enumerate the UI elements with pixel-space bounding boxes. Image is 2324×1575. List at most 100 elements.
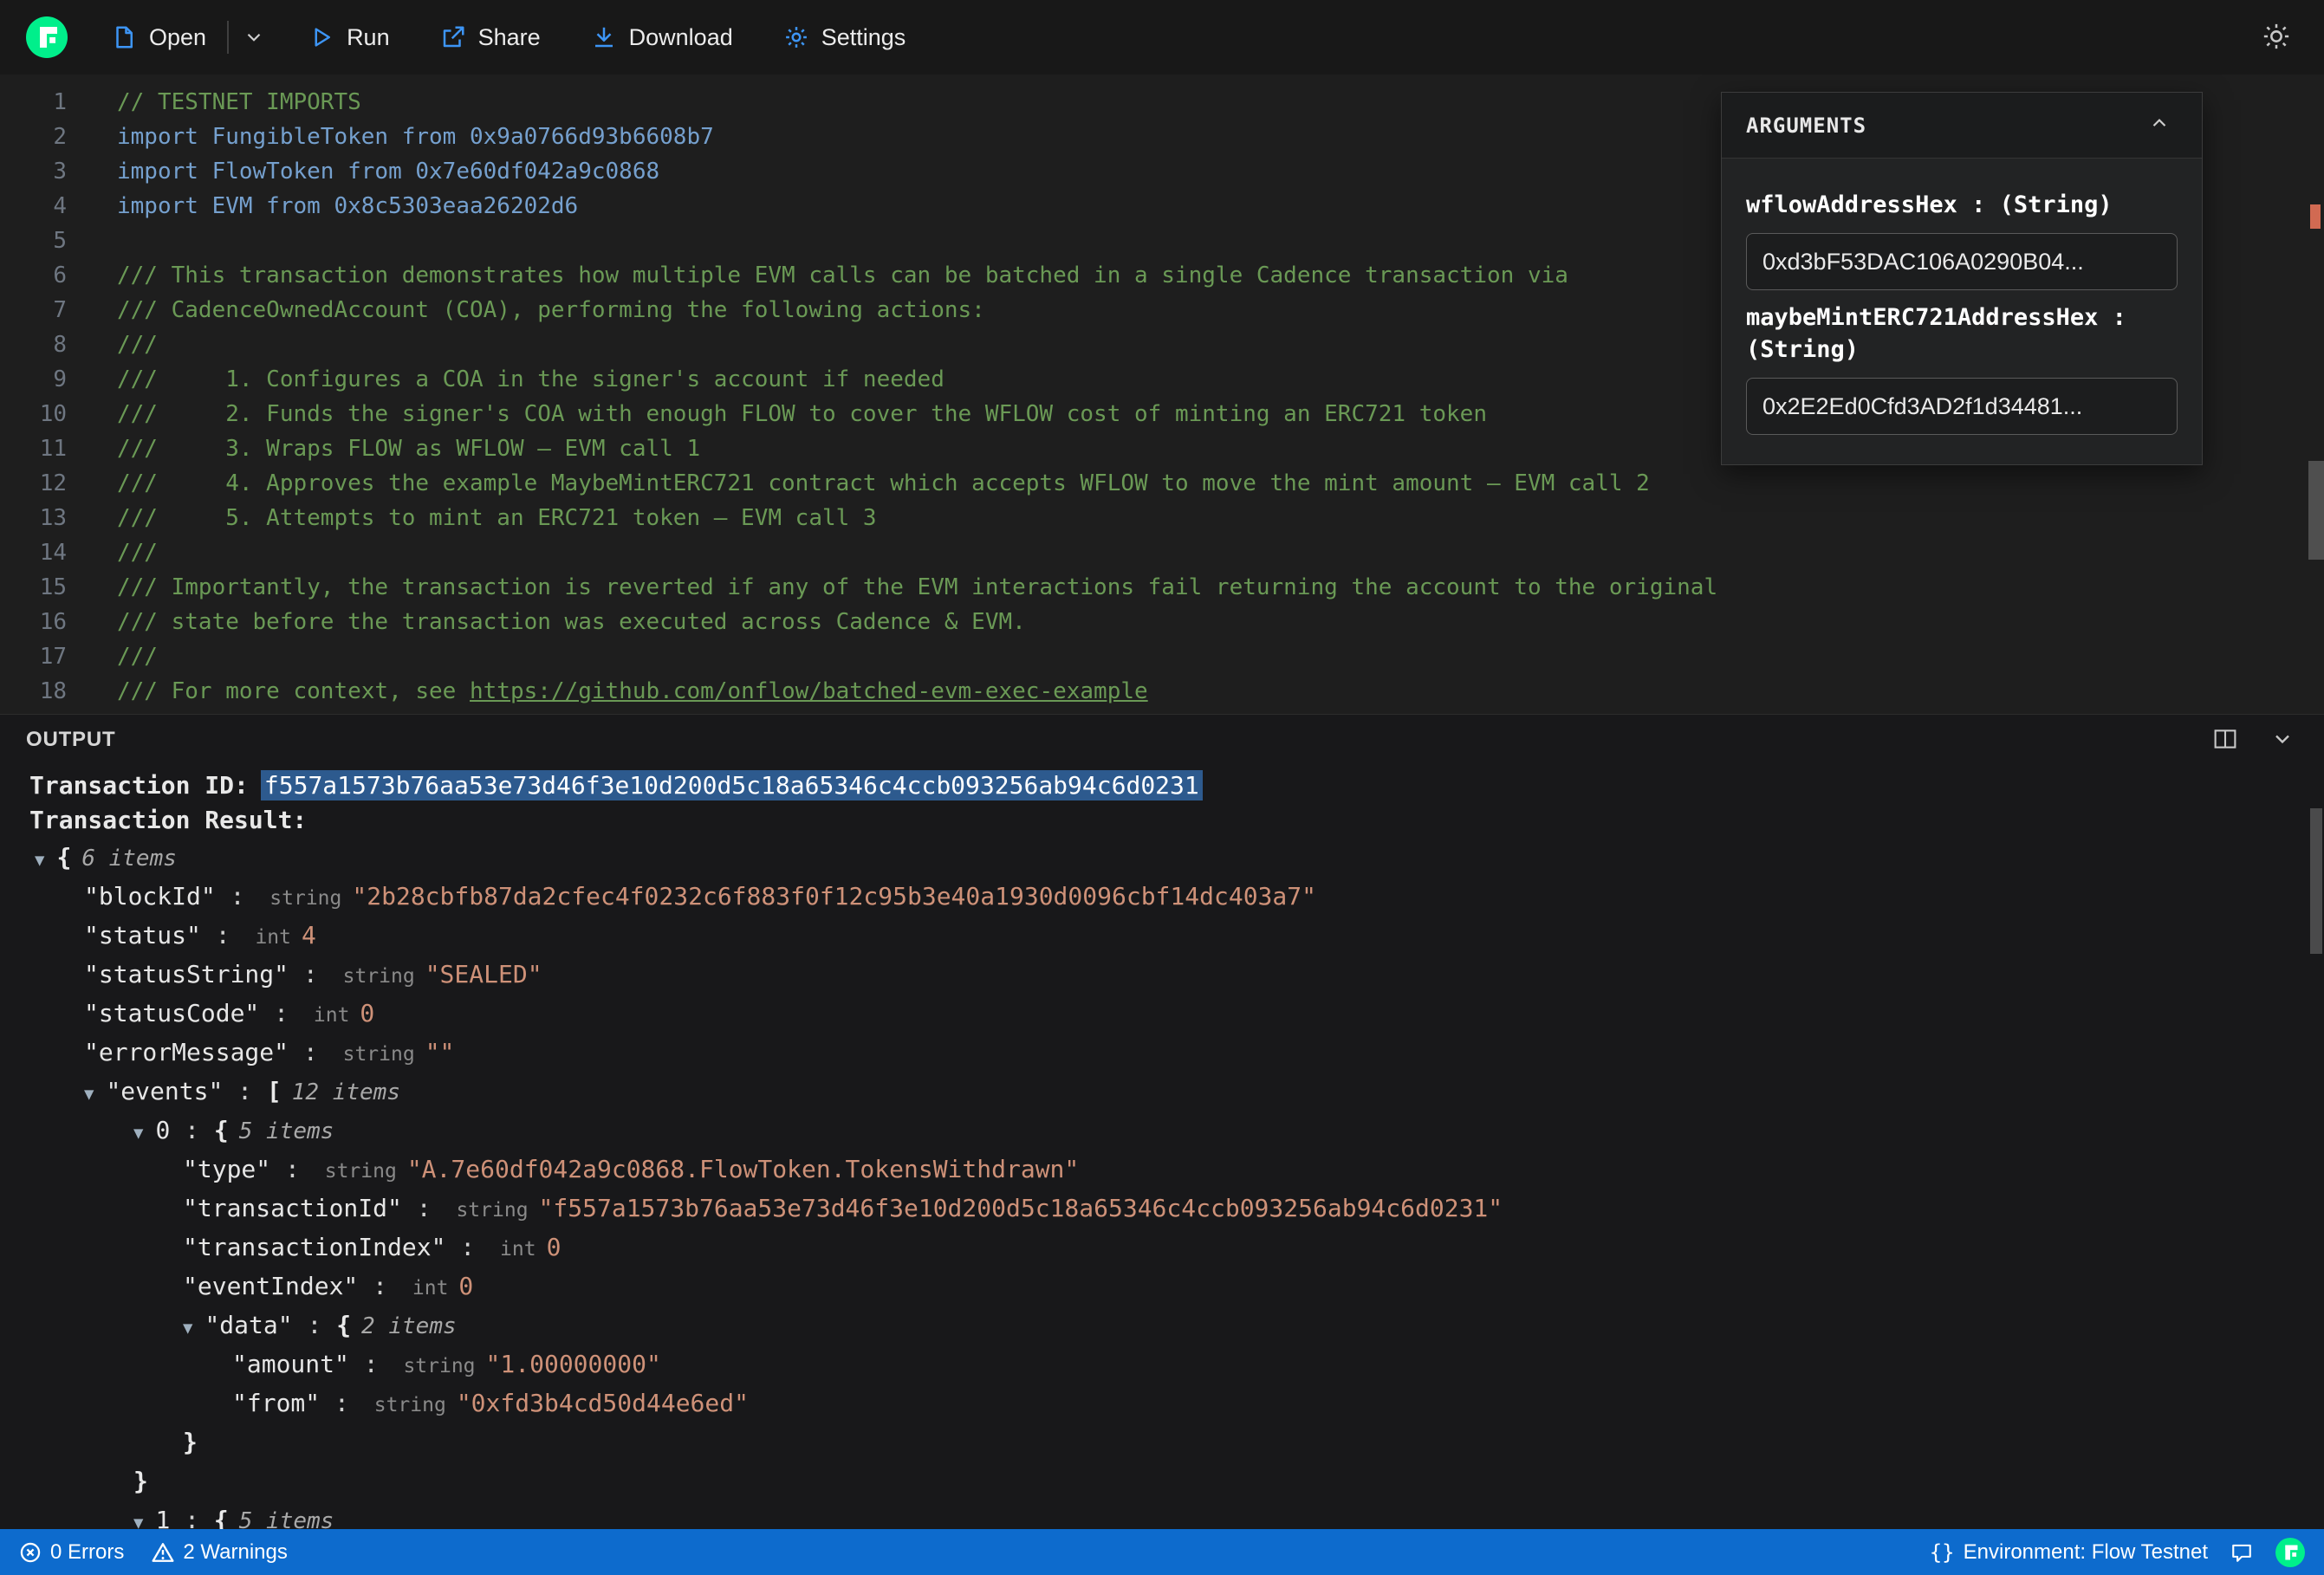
tree-value-type: string bbox=[342, 965, 415, 988]
tree-row: } bbox=[0, 1462, 2324, 1500]
toolbar: Open Run Share Download Settings bbox=[0, 0, 2324, 75]
code-text: import FungibleToken from 0x9a0766d93b66… bbox=[117, 124, 714, 150]
line-number: 11 bbox=[39, 436, 67, 462]
code-text: import EVM from 0x8c5303eaa26202d6 bbox=[117, 193, 579, 219]
errors-status[interactable]: 0 Errors bbox=[19, 1540, 124, 1565]
warning-icon bbox=[152, 1541, 174, 1564]
tree-row: ▼ "data" : {2 items bbox=[0, 1306, 2324, 1345]
tree-bracket: } bbox=[183, 1428, 198, 1456]
file-icon bbox=[111, 24, 137, 50]
tree-item-count: 5 items bbox=[238, 1118, 334, 1144]
code-line[interactable]: 12 /// 4. Approves the example MaybeMintE… bbox=[0, 466, 2324, 501]
tree-value-type: string bbox=[456, 1199, 529, 1222]
line-number: 1 bbox=[53, 89, 67, 115]
tree-key: "transactionIndex" bbox=[183, 1233, 446, 1261]
tree-colon: : bbox=[270, 1155, 315, 1183]
download-button[interactable]: Download bbox=[577, 16, 747, 60]
run-label: Run bbox=[347, 23, 390, 50]
tree-value-type: string bbox=[403, 1355, 476, 1377]
output-scrollbar-thumb[interactable] bbox=[2310, 808, 2322, 954]
share-icon bbox=[440, 24, 466, 50]
transaction-id-label: Transaction ID: bbox=[29, 771, 249, 800]
line-number: 8 bbox=[53, 332, 67, 358]
argument-input[interactable] bbox=[1746, 233, 2178, 291]
tree-item-count: 6 items bbox=[81, 846, 177, 872]
tree-colon: : bbox=[170, 1116, 214, 1144]
argument-input[interactable] bbox=[1746, 378, 2178, 436]
argument-label: wflowAddressHex : (String) bbox=[1746, 191, 2113, 218]
open-dropdown-chevron[interactable] bbox=[236, 17, 272, 57]
comment-link[interactable]: https://github.com/onflow/batched-evm-ex… bbox=[470, 678, 1148, 704]
code-line[interactable]: 17 /// bbox=[0, 639, 2324, 674]
tree-row: "type" : string "A.7e60df042a9c0868.FlowT… bbox=[0, 1150, 2324, 1189]
collapse-triangle-icon[interactable]: ▼ bbox=[183, 1309, 192, 1348]
tree-row: "eventIndex" : int 0 bbox=[0, 1267, 2324, 1306]
tree-value-type: int bbox=[412, 1277, 449, 1300]
collapse-output-button[interactable] bbox=[2267, 723, 2298, 757]
split-output-button[interactable] bbox=[2210, 723, 2241, 757]
tree-value: "0xfd3b4cd50d44e6ed" bbox=[456, 1389, 749, 1417]
collapse-triangle-icon[interactable]: ▼ bbox=[35, 841, 44, 880]
line-number: 6 bbox=[53, 262, 67, 288]
collapse-triangle-icon[interactable]: ▼ bbox=[133, 1504, 143, 1529]
flow-network-badge[interactable] bbox=[2275, 1537, 2305, 1567]
tree-row: ▼ {6 items bbox=[0, 838, 2324, 877]
environment-label: Environment: Flow Testnet bbox=[1963, 1539, 2208, 1564]
flow-runner-app: Open Run Share Download Settings 1 // TE… bbox=[0, 0, 2324, 1575]
tree-bracket: { bbox=[213, 1116, 229, 1144]
chevron-down-icon bbox=[2270, 735, 2295, 754]
tree-colon: : bbox=[292, 1311, 337, 1339]
code-text: /// 4. Approves the example MaybeMintERC… bbox=[117, 470, 1650, 496]
editor-scrollbar-thumb[interactable] bbox=[2308, 461, 2324, 560]
chevron-down-icon bbox=[243, 26, 265, 49]
code-line[interactable]: 13 /// 5. Attempts to mint an ERC721 toke… bbox=[0, 501, 2324, 535]
transaction-result-label: Transaction Result: bbox=[29, 806, 308, 834]
tree-key: "errorMessage" bbox=[84, 1038, 289, 1066]
theme-toggle-button[interactable] bbox=[2255, 15, 2298, 61]
share-label: Share bbox=[477, 23, 541, 50]
tree-key: 0 bbox=[155, 1116, 171, 1144]
collapse-triangle-icon[interactable]: ▼ bbox=[84, 1075, 94, 1114]
code-text: /// 5. Attempts to mint an ERC721 token … bbox=[117, 505, 877, 531]
tree-bracket: [ bbox=[266, 1077, 282, 1105]
tree-bracket: { bbox=[336, 1311, 352, 1339]
code-line[interactable]: 14 /// bbox=[0, 535, 2324, 570]
line-number: 14 bbox=[39, 540, 67, 566]
open-button[interactable]: Open bbox=[97, 16, 220, 60]
tree-value: "A.7e60df042a9c0868.FlowToken.TokensWith… bbox=[406, 1155, 1080, 1183]
code-editor[interactable]: 1 // TESTNET IMPORTS 2 import FungibleToken… bbox=[0, 75, 2324, 714]
tree-row: "amount" : string "1.00000000" bbox=[0, 1345, 2324, 1384]
environment-status[interactable]: {} Environment: Flow Testnet bbox=[1930, 1540, 2208, 1565]
collapse-triangle-icon[interactable]: ▼ bbox=[133, 1114, 143, 1153]
download-label: Download bbox=[628, 23, 733, 50]
arguments-panel: ARGUMENTS wflowAddressHex : (String) mayb… bbox=[1721, 92, 2203, 466]
tree-key: "blockId" bbox=[84, 882, 216, 911]
tree-colon: : bbox=[215, 882, 260, 911]
code-line[interactable]: 18 /// For more context, see https://gith… bbox=[0, 674, 2324, 709]
tree-key: "statusString" bbox=[84, 960, 289, 988]
warnings-count: 2 Warnings bbox=[183, 1539, 288, 1564]
share-button[interactable]: Share bbox=[426, 16, 555, 60]
settings-button[interactable]: Settings bbox=[769, 16, 920, 60]
tree-row: "from" : string "0xfd3b4cd50d44e6ed" bbox=[0, 1384, 2324, 1423]
code-text: /// 2. Funds the signer's COA with enoug… bbox=[117, 401, 1487, 427]
arguments-collapse-button[interactable] bbox=[2141, 106, 2178, 145]
feedback-icon[interactable] bbox=[2230, 1541, 2253, 1564]
tree-key: "from" bbox=[232, 1389, 321, 1417]
code-line[interactable]: 16 /// state before the transaction was e… bbox=[0, 605, 2324, 639]
line-number: 15 bbox=[39, 574, 67, 600]
line-number: 10 bbox=[39, 401, 67, 427]
line-number: 5 bbox=[53, 228, 67, 254]
gear-icon bbox=[783, 24, 809, 50]
warnings-status[interactable]: 2 Warnings bbox=[152, 1540, 288, 1565]
code-line[interactable]: 15 /// Importantly, the transaction is re… bbox=[0, 570, 2324, 605]
arguments-panel-header: ARGUMENTS bbox=[1722, 93, 2202, 159]
tree-colon: : bbox=[289, 960, 333, 988]
run-button[interactable]: Run bbox=[295, 16, 404, 60]
transaction-result-tree: ▼ {6 items "blockId" : string "2b28cbfb87da… bbox=[0, 838, 2324, 1529]
code-text: /// 3. Wraps FLOW as WFLOW — EVM call 1 bbox=[117, 436, 701, 462]
transaction-id-value[interactable]: f557a1573b76aa53e73d46f3e10d200d5c18a653… bbox=[260, 770, 1203, 800]
tree-key: "type" bbox=[183, 1155, 271, 1183]
code-text: /// bbox=[117, 644, 158, 670]
tree-row: "status" : int 4 bbox=[0, 916, 2324, 955]
